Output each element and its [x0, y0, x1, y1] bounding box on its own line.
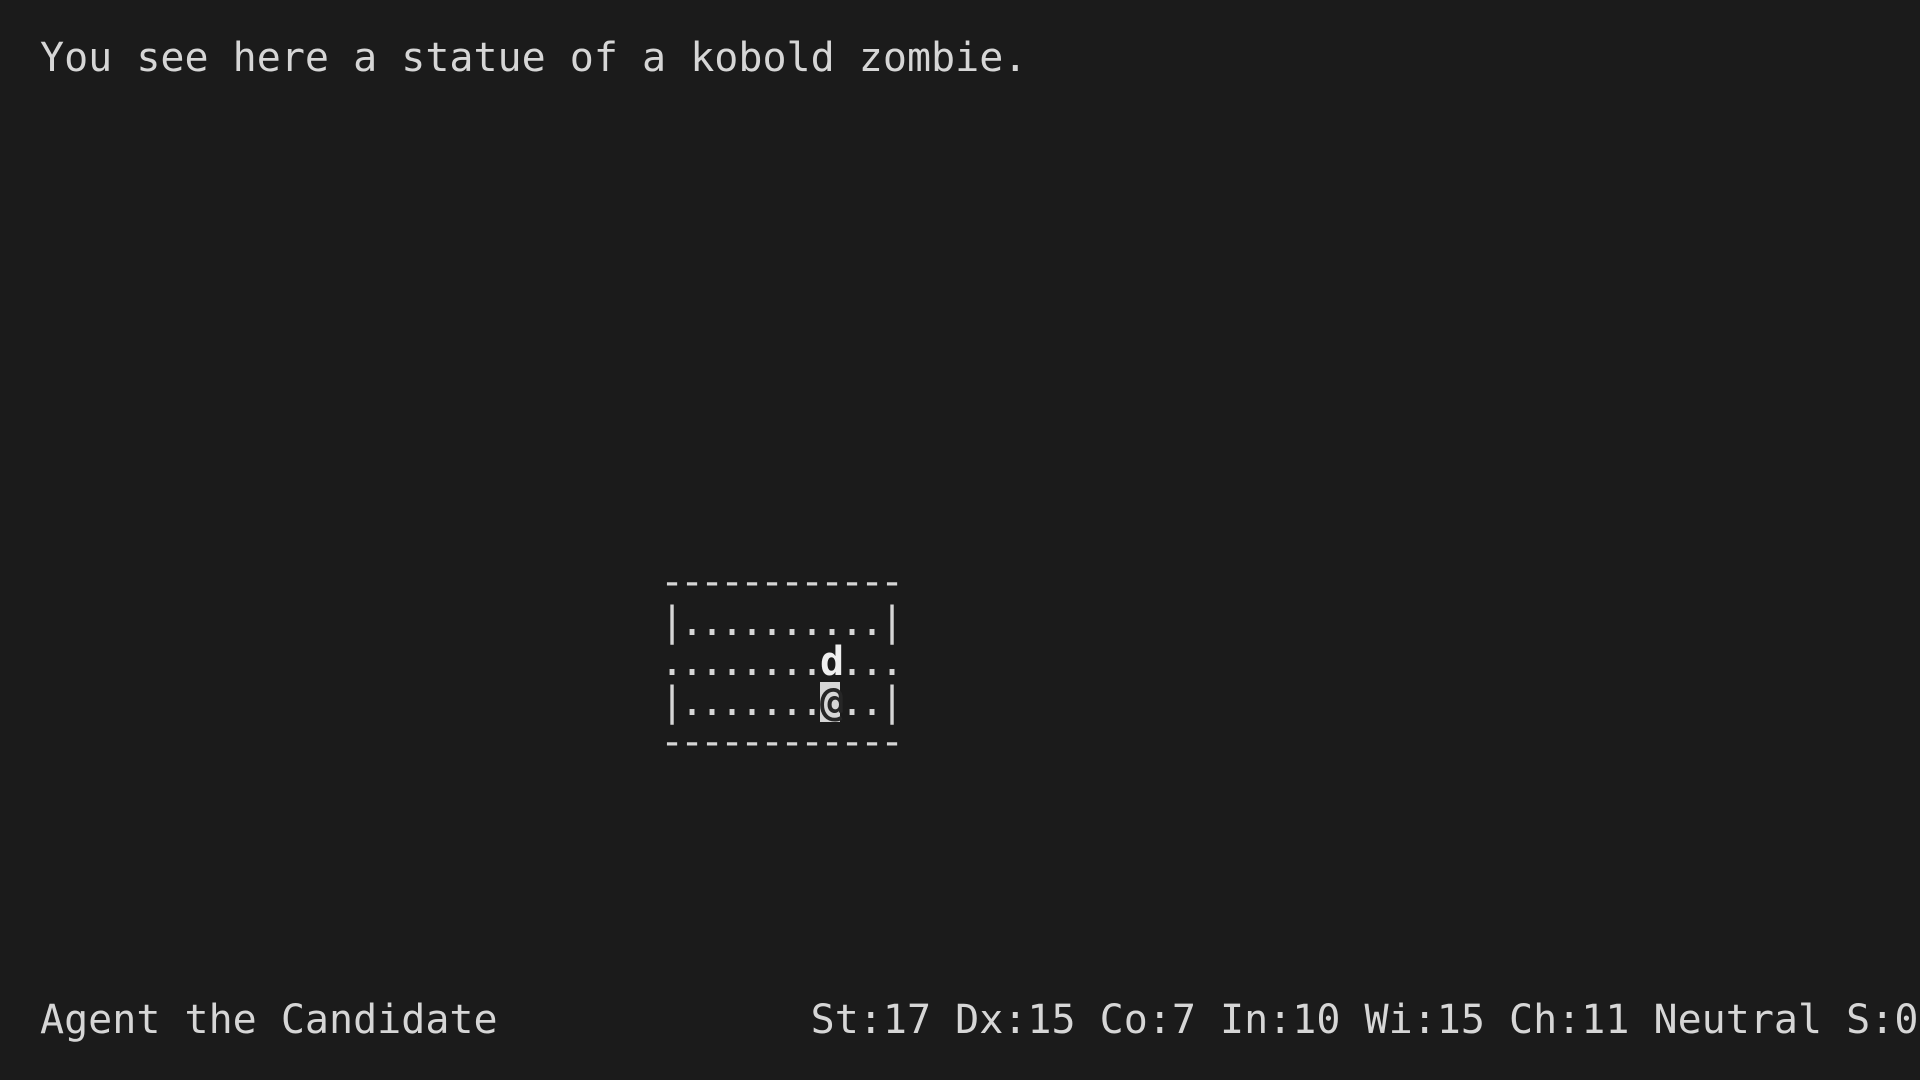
map-cell [640, 642, 660, 682]
map-cell: - [880, 722, 900, 762]
map-cell: . [780, 602, 800, 642]
map-viewport[interactable]: ------------ |..........| ........d... |… [640, 562, 920, 762]
map-cell [900, 722, 920, 762]
map-cell: . [860, 682, 880, 722]
map-cell: . [880, 642, 900, 682]
map-row: |..........| [640, 602, 920, 642]
map-cell: . [780, 682, 800, 722]
map-cell [900, 562, 920, 602]
map-cell: - [700, 722, 720, 762]
status-lines: Agent the Candidate St:17 Dx:15 Co:7 In:… [40, 920, 1918, 1080]
map-cell: - [660, 562, 680, 602]
map-cell: - [780, 562, 800, 602]
map-cell: . [840, 602, 860, 642]
map-cell: - [720, 562, 740, 602]
map-cell: - [720, 722, 740, 762]
map-cell: - [680, 562, 700, 602]
map-cell: . [660, 642, 680, 682]
map-cell: - [760, 722, 780, 762]
status-line-1: Agent the Candidate St:17 Dx:15 Co:7 In:… [40, 1000, 1918, 1040]
map-cell: . [680, 642, 700, 682]
monster-d: d [820, 642, 840, 682]
map-cell [640, 562, 660, 602]
map-cell: - [860, 722, 880, 762]
map-cell [640, 602, 660, 642]
map-cell: . [860, 602, 880, 642]
map-cell: . [820, 602, 840, 642]
map-cell [900, 642, 920, 682]
game-screen[interactable]: You see here a statue of a kobold zombie… [0, 0, 1920, 1080]
map-cell: . [740, 682, 760, 722]
map-cell: . [680, 682, 700, 722]
map-cell: - [660, 722, 680, 762]
map-cell: . [800, 642, 820, 682]
map-cell: . [800, 602, 820, 642]
map-cell: . [740, 642, 760, 682]
message-line: You see here a statue of a kobold zombie… [40, 35, 1027, 81]
map-cell: - [820, 562, 840, 602]
map-cell: - [860, 562, 880, 602]
map-cell: . [760, 642, 780, 682]
map-cell: . [700, 682, 720, 722]
map-cell: - [820, 722, 840, 762]
map-cell: - [780, 722, 800, 762]
map-cell: - [840, 722, 860, 762]
map-cell: . [840, 682, 860, 722]
map-cell: - [700, 562, 720, 602]
map-cell: . [700, 642, 720, 682]
map-cell: - [740, 722, 760, 762]
map-cell: . [780, 642, 800, 682]
map-cell [640, 722, 660, 762]
map-cell: - [840, 562, 860, 602]
map-cell: - [880, 562, 900, 602]
map-cell: . [800, 682, 820, 722]
map-cell: . [680, 602, 700, 642]
map-cell: . [760, 602, 780, 642]
map-cell: . [720, 682, 740, 722]
map-cell: . [700, 602, 720, 642]
map-row: ........d... [640, 642, 920, 682]
map-cell: . [720, 642, 740, 682]
map-cell [900, 682, 920, 722]
map-cell: | [880, 602, 900, 642]
player: @ [820, 682, 840, 722]
map-row: |.......@..| [640, 682, 920, 722]
map-cell: . [740, 602, 760, 642]
map-cell [640, 682, 660, 722]
map-cell: . [860, 642, 880, 682]
map-cell: . [760, 682, 780, 722]
map-cell: - [800, 562, 820, 602]
map-row: ------------ [640, 722, 920, 762]
map-cell: - [680, 722, 700, 762]
map-cell: | [660, 602, 680, 642]
map-cell: | [880, 682, 900, 722]
map-cell: . [840, 642, 860, 682]
map-cell [900, 602, 920, 642]
map-cell: . [720, 602, 740, 642]
map-cell: | [660, 682, 680, 722]
map-row: ------------ [640, 562, 920, 602]
map-cell: - [740, 562, 760, 602]
map-cell: - [800, 722, 820, 762]
map-cell: - [760, 562, 780, 602]
